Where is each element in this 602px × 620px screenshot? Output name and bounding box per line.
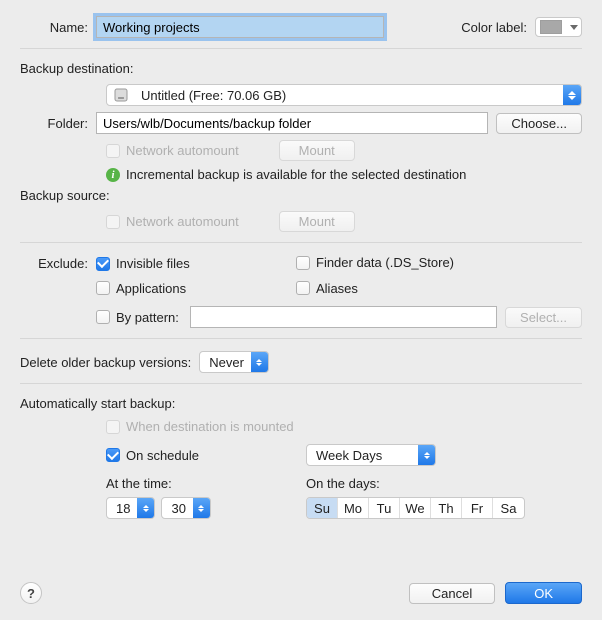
exclude-pattern-checkbox[interactable]: By pattern:	[96, 310, 190, 325]
checkbox-icon	[296, 256, 310, 270]
color-swatch-icon	[540, 20, 562, 34]
delete-older-select[interactable]: Never	[199, 351, 269, 373]
backup-destination-title: Backup destination:	[20, 61, 582, 76]
exclude-select-button: Select...	[505, 307, 582, 328]
exclude-pattern-input[interactable]	[190, 306, 497, 328]
folder-label: Folder:	[20, 116, 96, 131]
up-down-caret-icon	[193, 498, 210, 518]
dest-mount-button: Mount	[279, 140, 355, 161]
checkbox-icon	[96, 281, 110, 295]
day-segment-su[interactable]: Su	[307, 498, 338, 518]
choose-folder-button[interactable]: Choose...	[496, 113, 582, 134]
exclude-label: Exclude:	[20, 255, 96, 271]
time-minute-select[interactable]: 30	[161, 497, 210, 519]
day-segment-sa[interactable]: Sa	[493, 498, 524, 518]
disk-icon	[107, 87, 133, 103]
color-label: Color label:	[461, 20, 527, 35]
on-days-label: On the days:	[306, 476, 380, 491]
checkbox-icon	[106, 420, 120, 434]
time-minute-value: 30	[162, 501, 192, 516]
day-segment-tu[interactable]: Tu	[369, 498, 400, 518]
exclude-pattern-label: By pattern:	[116, 310, 179, 325]
schedule-mode-value: Week Days	[307, 448, 418, 463]
schedule-mode-select[interactable]: Week Days	[306, 444, 436, 466]
exclude-finder-label: Finder data (.DS_Store)	[316, 255, 454, 270]
help-button[interactable]: ?	[20, 582, 42, 604]
cancel-button[interactable]: Cancel	[409, 583, 495, 604]
checkbox-icon	[106, 144, 120, 158]
day-segment-mo[interactable]: Mo	[338, 498, 369, 518]
delete-older-label: Delete older backup versions:	[20, 355, 191, 370]
info-icon: i	[106, 168, 120, 182]
exclude-finder-checkbox[interactable]: Finder data (.DS_Store)	[296, 255, 454, 270]
auto-on-schedule-label: On schedule	[126, 448, 199, 463]
checkbox-icon	[106, 215, 120, 229]
dest-automount-checkbox: Network automount	[106, 143, 239, 158]
auto-on-schedule-checkbox[interactable]: On schedule	[106, 448, 306, 463]
checkbox-icon	[296, 281, 310, 295]
day-segment-th[interactable]: Th	[431, 498, 462, 518]
chevron-down-icon	[566, 18, 581, 36]
delete-older-value: Never	[200, 355, 251, 370]
day-segment-we[interactable]: We	[400, 498, 431, 518]
exclude-applications-label: Applications	[116, 281, 186, 296]
exclude-aliases-label: Aliases	[316, 281, 358, 296]
time-hour-select[interactable]: 18	[106, 497, 155, 519]
name-input[interactable]	[96, 16, 384, 38]
exclude-invisible-label: Invisible files	[116, 256, 190, 271]
days-segmented-control[interactable]: SuMoTuWeThFrSa	[306, 497, 525, 519]
checkbox-icon	[96, 257, 110, 271]
checkbox-icon	[106, 448, 120, 462]
exclude-applications-checkbox[interactable]: Applications	[96, 281, 186, 296]
color-label-select[interactable]	[535, 17, 582, 37]
destination-disk-text: Untitled (Free: 70.06 GB)	[133, 88, 563, 103]
auto-start-title: Automatically start backup:	[20, 396, 582, 411]
day-segment-fr[interactable]: Fr	[462, 498, 493, 518]
up-down-caret-icon	[137, 498, 154, 518]
name-label: Name:	[20, 20, 96, 35]
incremental-info-text: Incremental backup is available for the …	[126, 167, 466, 182]
exclude-invisible-checkbox[interactable]: Invisible files	[96, 256, 190, 271]
time-hour-value: 18	[107, 501, 137, 516]
at-time-label: At the time:	[106, 476, 306, 491]
up-down-caret-icon	[418, 445, 435, 465]
exclude-aliases-checkbox[interactable]: Aliases	[296, 281, 358, 296]
backup-source-title: Backup source:	[20, 188, 582, 203]
destination-disk-select[interactable]: Untitled (Free: 70.06 GB)	[106, 84, 582, 106]
folder-input[interactable]	[96, 112, 488, 134]
source-mount-button: Mount	[279, 211, 355, 232]
source-automount-label: Network automount	[126, 214, 239, 229]
ok-button[interactable]: OK	[505, 582, 582, 604]
checkbox-icon	[96, 310, 110, 324]
up-down-caret-icon	[563, 85, 581, 105]
auto-when-mounted-label: When destination is mounted	[126, 419, 294, 434]
source-automount-checkbox: Network automount	[106, 214, 239, 229]
auto-when-mounted-checkbox: When destination is mounted	[106, 419, 294, 434]
up-down-caret-icon	[251, 352, 268, 372]
dest-automount-label: Network automount	[126, 143, 239, 158]
